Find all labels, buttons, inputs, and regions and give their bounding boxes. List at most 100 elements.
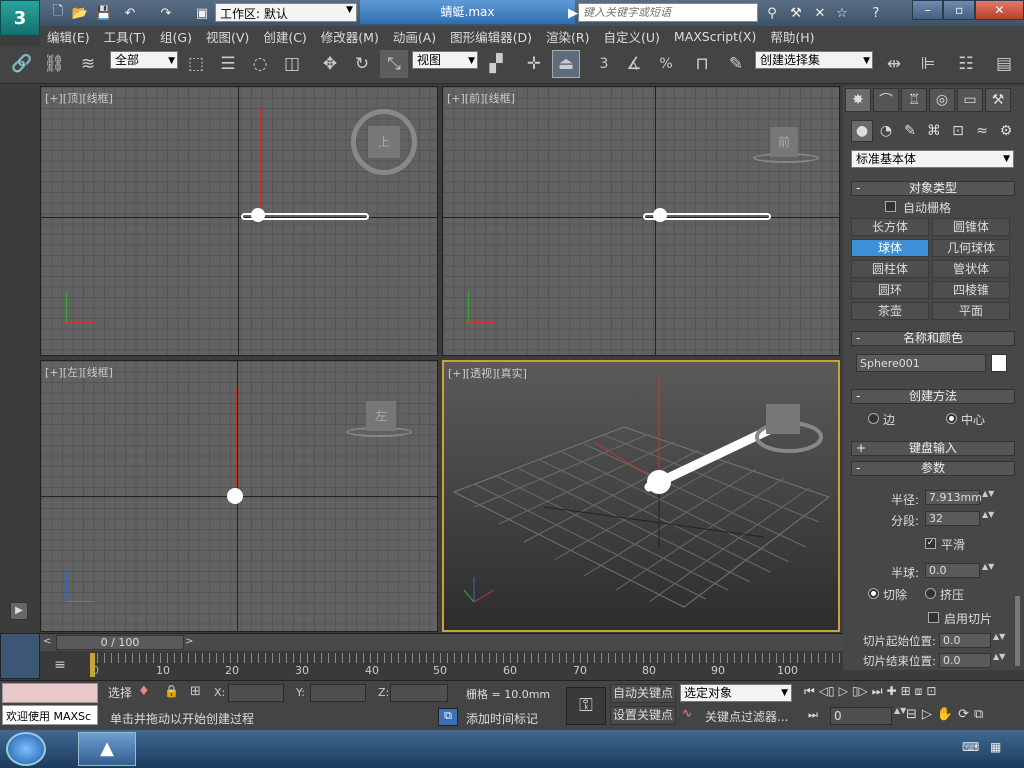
set-key-icon[interactable]: ⚿ (566, 687, 606, 725)
snap-3d-icon[interactable]: 3 (590, 50, 618, 78)
prev-key-icon[interactable]: ◁▯ (819, 684, 835, 704)
spinner-arrows-icon[interactable]: ▲▼ (993, 653, 1005, 668)
menu-views[interactable]: 视图(V) (199, 27, 256, 46)
taskbar-3dsmax-icon[interactable]: ▲ (78, 732, 136, 766)
layer-manager-icon[interactable]: ☷ (952, 50, 980, 78)
edge-radio[interactable] (868, 413, 879, 424)
fov-icon[interactable]: ▷ (922, 707, 932, 727)
next-frame-icon[interactable]: > (185, 636, 197, 649)
selection-region-icon[interactable]: ◌ (246, 50, 274, 78)
menu-group[interactable]: 组(G) (153, 27, 199, 46)
systems-icon[interactable]: ⚙ (995, 120, 1017, 142)
chop-radio[interactable] (868, 588, 879, 599)
shapes-icon[interactable]: ◔ (875, 120, 897, 142)
key-target-dropdown[interactable]: 选定对象 ▼ (680, 684, 792, 702)
menu-graph-editors[interactable]: 图形编辑器(D) (443, 27, 539, 46)
next-key-icon[interactable]: ▯▷ (852, 684, 868, 704)
network-tray-icon[interactable]: ▦ (990, 740, 1008, 758)
pivot-center-icon[interactable]: ▞ (482, 50, 510, 78)
open-file-icon[interactable]: 📂 (70, 3, 90, 23)
lock-icon[interactable]: 🔒 (164, 684, 182, 702)
app-logo-button[interactable]: 3 (0, 0, 40, 36)
lights-icon[interactable]: ✎ (899, 120, 921, 142)
maximize-viewport-icon[interactable]: ⧉ (974, 707, 983, 727)
time-slider[interactable]: < 0 / 100 > (40, 633, 843, 651)
scale-icon[interactable]: ⤡ (380, 50, 408, 78)
tube-button[interactable]: 管状体 (932, 260, 1010, 278)
save-icon[interactable]: 💾 (94, 3, 114, 23)
orbit-icon[interactable]: ⟳ (958, 707, 969, 727)
plane-button[interactable]: 平面 (932, 302, 1010, 320)
zoom-all-icon[interactable]: ⊞ (901, 684, 911, 704)
menu-tools[interactable]: 工具(T) (97, 27, 153, 46)
menu-customize[interactable]: 自定义(U) (597, 27, 667, 46)
radius-spinner[interactable]: 7.913mm (925, 490, 982, 505)
geometry-icon[interactable]: ● (851, 120, 873, 142)
window-crossing-icon[interactable]: ◫ (278, 50, 306, 78)
spinner-arrows-icon[interactable]: ▲▼ (982, 563, 994, 578)
maxscript-listener-input[interactable]: 欢迎使用 MAXSc (2, 705, 98, 725)
select-object-icon[interactable]: ⬚ (182, 50, 210, 78)
y-coord-field[interactable] (310, 684, 366, 702)
isolate-bulb-icon[interactable]: ♦ (138, 684, 156, 702)
object-color-swatch[interactable] (991, 354, 1007, 372)
menu-help[interactable]: 帮助(H) (763, 27, 821, 46)
redo-icon[interactable]: ↷ (156, 3, 176, 23)
key-mode-icon[interactable]: ⏭ (808, 708, 826, 726)
center-radio[interactable] (946, 413, 957, 424)
spinner-arrows-icon[interactable]: ▲▼ (894, 707, 906, 725)
keyboard-tray-icon[interactable]: ⌨ (962, 740, 980, 758)
start-button[interactable] (6, 732, 46, 766)
torus-button[interactable]: 圆环 (851, 281, 929, 299)
geosphere-button[interactable]: 几何球体 (932, 239, 1010, 257)
cone-button[interactable]: 圆锥体 (932, 218, 1010, 236)
x-coord-field[interactable] (228, 684, 284, 702)
hierarchy-tab-icon[interactable]: ♖ (901, 88, 927, 112)
keyboard-shortcut-override-icon[interactable]: ⏏ (552, 50, 580, 78)
category-dropdown[interactable]: 标准基本体 ▼ (851, 150, 1014, 168)
create-tab-icon[interactable]: ✸ (845, 88, 871, 112)
time-config-icon[interactable]: ⊟ (906, 707, 917, 727)
new-file-icon[interactable]: 🗋 (48, 3, 68, 23)
rollout-parameters[interactable]: - 参数 (851, 461, 1015, 476)
viewport-top[interactable]: [+][顶][线框] 上 (40, 86, 438, 356)
named-selection-dropdown[interactable]: 创建选择集 (755, 51, 873, 69)
zoom-icon[interactable]: ✚ (887, 684, 897, 704)
maximize-button[interactable]: ▫ (943, 0, 975, 20)
link-icon[interactable]: 🔗 (8, 50, 36, 78)
smooth-checkbox[interactable]: ✓ (925, 538, 936, 549)
goto-start-icon[interactable]: ⏮ (804, 684, 815, 704)
zoom-extents-icon[interactable]: ⧈ (915, 684, 923, 704)
time-slider-thumb[interactable]: 0 / 100 (56, 635, 184, 650)
spinner-snap-icon[interactable]: ⊓ (688, 50, 716, 78)
mirror-icon[interactable]: ⇹ (880, 50, 908, 78)
viewcube-top[interactable]: 上 (368, 126, 400, 158)
auto-key-button[interactable]: 自动关键点 (610, 684, 676, 703)
percent-snap-icon[interactable]: % (652, 50, 680, 78)
viewport-label-top[interactable]: [+][顶][线框] (45, 90, 113, 106)
add-time-tag-button[interactable]: 添加时间标记 (466, 710, 538, 727)
mini-curve-editor-icon[interactable]: ≡ (40, 651, 80, 679)
align-icon[interactable]: ⊫ (914, 50, 942, 78)
prev-frame-icon[interactable]: < (43, 636, 55, 649)
favorites-star-icon[interactable]: ☆ (832, 3, 852, 23)
rollout-keyboard-entry[interactable]: + 键盘输入 (851, 441, 1015, 456)
panel-scrollbar[interactable] (1015, 596, 1020, 666)
selection-filter-dropdown[interactable]: 全部 (110, 51, 178, 69)
communication-icon[interactable]: ✕ (810, 3, 830, 23)
current-frame-field[interactable]: 0 (830, 707, 892, 725)
reference-coord-dropdown[interactable]: 视图 (412, 51, 478, 69)
z-coord-field[interactable] (390, 684, 448, 702)
menu-maxscript[interactable]: MAXScript(X) (667, 29, 763, 44)
rollout-creation-method[interactable]: - 创建方法 (851, 389, 1015, 404)
minimize-button[interactable]: – (912, 0, 944, 20)
teapot-button[interactable]: 茶壶 (851, 302, 929, 320)
utilities-tab-icon[interactable]: ⚒ (985, 88, 1011, 112)
select-by-name-icon[interactable]: ☰ (214, 50, 242, 78)
helpers-icon[interactable]: ⊡ (947, 120, 969, 142)
menu-create[interactable]: 创建(C) (256, 27, 313, 46)
spacewarps-icon[interactable]: ≈ (971, 120, 993, 142)
menu-rendering[interactable]: 渲染(R) (539, 27, 596, 46)
track-bar[interactable]: ≡ 0 10 20 30 40 50 60 70 80 90 100 (40, 651, 843, 679)
menu-edit[interactable]: 编辑(E) (40, 27, 97, 46)
